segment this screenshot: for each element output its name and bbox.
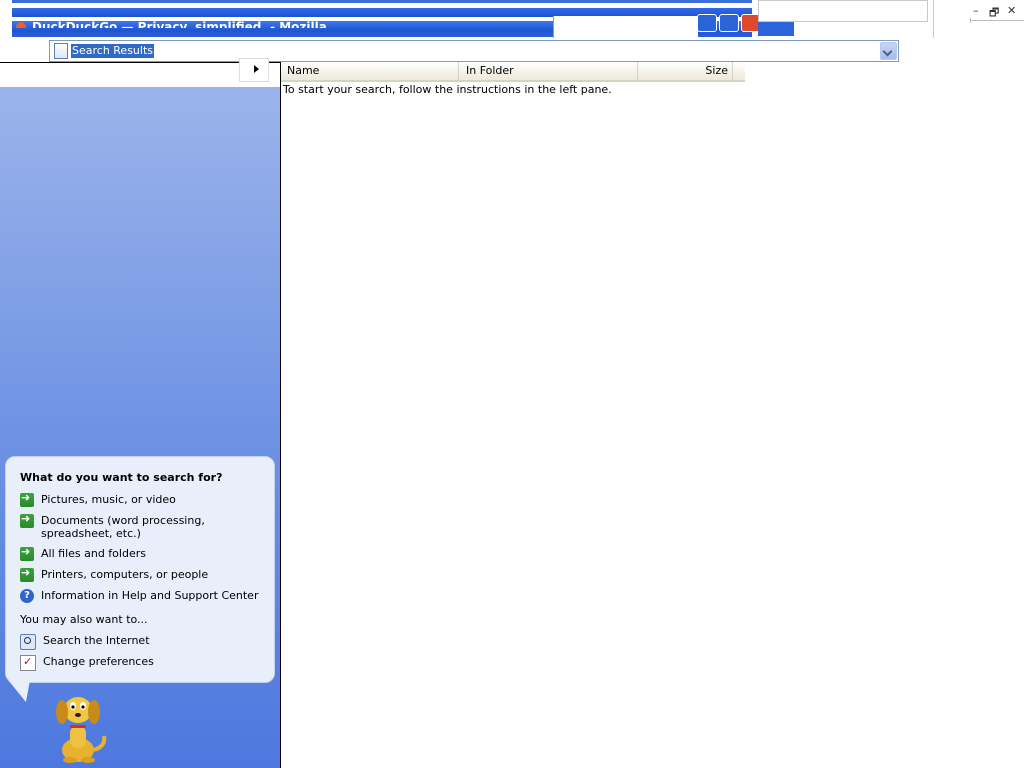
preferences-icon <box>20 655 36 671</box>
bubble-tail <box>8 680 34 702</box>
maximize-button[interactable] <box>719 14 739 32</box>
divider <box>970 18 1024 23</box>
expand-arrow-icon[interactable] <box>239 58 269 82</box>
option-pictures-music-video[interactable]: Pictures, music, or video <box>20 491 265 507</box>
title-bar-strip <box>12 0 752 3</box>
option-search-internet[interactable]: Search the Internet <box>20 634 265 650</box>
window-fragment <box>553 16 698 38</box>
option-printers-computers-people[interactable]: Printers, computers, or people <box>20 566 265 582</box>
search-internet-icon <box>20 634 36 650</box>
green-arrow-icon <box>20 512 34 528</box>
option-documents[interactable]: Documents (word processing, spreadsheet,… <box>20 512 265 540</box>
window-fragment <box>758 22 794 36</box>
search-dog-icon[interactable] <box>48 692 110 764</box>
green-arrow-icon <box>20 566 34 582</box>
empty-results-message: To start your search, follow the instruc… <box>283 83 612 96</box>
help-icon: ? <box>20 589 34 603</box>
close-icon[interactable]: ✕ <box>1007 4 1016 17</box>
browser-icon <box>16 22 26 28</box>
search-results-icon <box>54 43 68 59</box>
column-header-size[interactable]: Size <box>639 62 733 80</box>
option-all-files-folders[interactable]: All files and folders <box>20 545 265 561</box>
column-header-name[interactable]: Name <box>281 62 459 80</box>
address-bar: Search Results <box>0 40 934 63</box>
address-value[interactable]: Search Results <box>71 44 155 58</box>
window-title: DuckDuckGo — Privacy, simplified. - Mozi… <box>16 18 327 28</box>
search-companion-bubble: What do you want to search for? Pictures… <box>5 456 275 683</box>
green-arrow-icon <box>20 491 34 507</box>
column-header-in-folder[interactable]: In Folder <box>460 62 638 80</box>
minimize-icon[interactable]: – <box>973 4 979 17</box>
window-fragment <box>758 0 928 22</box>
companion-heading: What do you want to search for? <box>20 471 223 484</box>
column-headers: Name In Folder Size <box>281 62 745 82</box>
option-help-support[interactable]: ? Information in Help and Support Center <box>20 589 265 603</box>
window-edge <box>933 0 934 38</box>
minimize-button[interactable] <box>697 14 717 32</box>
option-change-preferences[interactable]: Change preferences <box>20 655 265 671</box>
address-dropdown-button[interactable] <box>880 42 897 60</box>
also-heading: You may also want to... <box>20 613 148 626</box>
left-pane-header <box>0 63 280 87</box>
green-arrow-icon <box>20 545 34 561</box>
address-input[interactable]: Search Results <box>49 40 899 62</box>
results-list[interactable]: Name In Folder Size To start your search… <box>281 62 1024 768</box>
